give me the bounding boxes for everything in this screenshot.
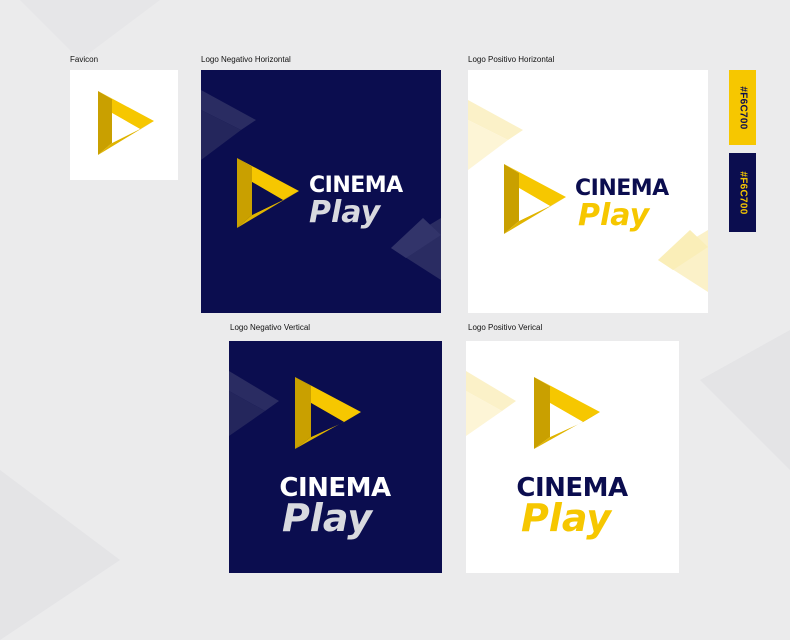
label-favicon: Favicon (70, 55, 99, 64)
color-swatch-navy-label: #F6C700 (737, 170, 748, 215)
positivo-vertical-artwork: CINEMA Play (466, 371, 629, 540)
brand-word-play: Play (282, 496, 374, 540)
brand-word-play: Play (521, 496, 613, 540)
label-logo-negativo-horizontal: Logo Negativo Horizontal (201, 55, 291, 64)
positivo-horizontal-artwork: CINEMA Play (468, 100, 708, 292)
brand-word-play: Play (578, 198, 651, 233)
brand-word-play: Play (309, 195, 382, 230)
play-triangle-icon (98, 91, 154, 155)
negativo-horizontal-artwork: CINEMA Play (201, 90, 441, 280)
play-triangle-icon (534, 377, 600, 449)
logo-negativo-horizontal-card: CINEMA Play (201, 70, 441, 313)
play-triangle-icon (295, 377, 361, 449)
color-swatch-yellow-label: #F6C700 (737, 85, 748, 130)
favicon-card (70, 70, 178, 180)
logo-negativo-vertical-card: CINEMA Play (229, 341, 442, 573)
label-logo-positivo-horizontal: Logo Positivo Horizontal (468, 55, 555, 64)
logo-positivo-vertical-card: CINEMA Play (466, 341, 679, 573)
color-swatch-navy: #F6C700 (729, 153, 756, 232)
play-triangle-icon (504, 164, 566, 234)
logo-positivo-horizontal-card: CINEMA Play (468, 70, 708, 313)
negativo-vertical-artwork: CINEMA Play (229, 371, 392, 540)
label-logo-positivo-vertical: Logo Positivo Verical (468, 323, 543, 332)
color-swatch-yellow: #F6C700 (729, 70, 756, 145)
label-logo-negativo-vertical: Logo Negativo Vertical (230, 323, 311, 332)
play-triangle-icon (237, 158, 299, 228)
